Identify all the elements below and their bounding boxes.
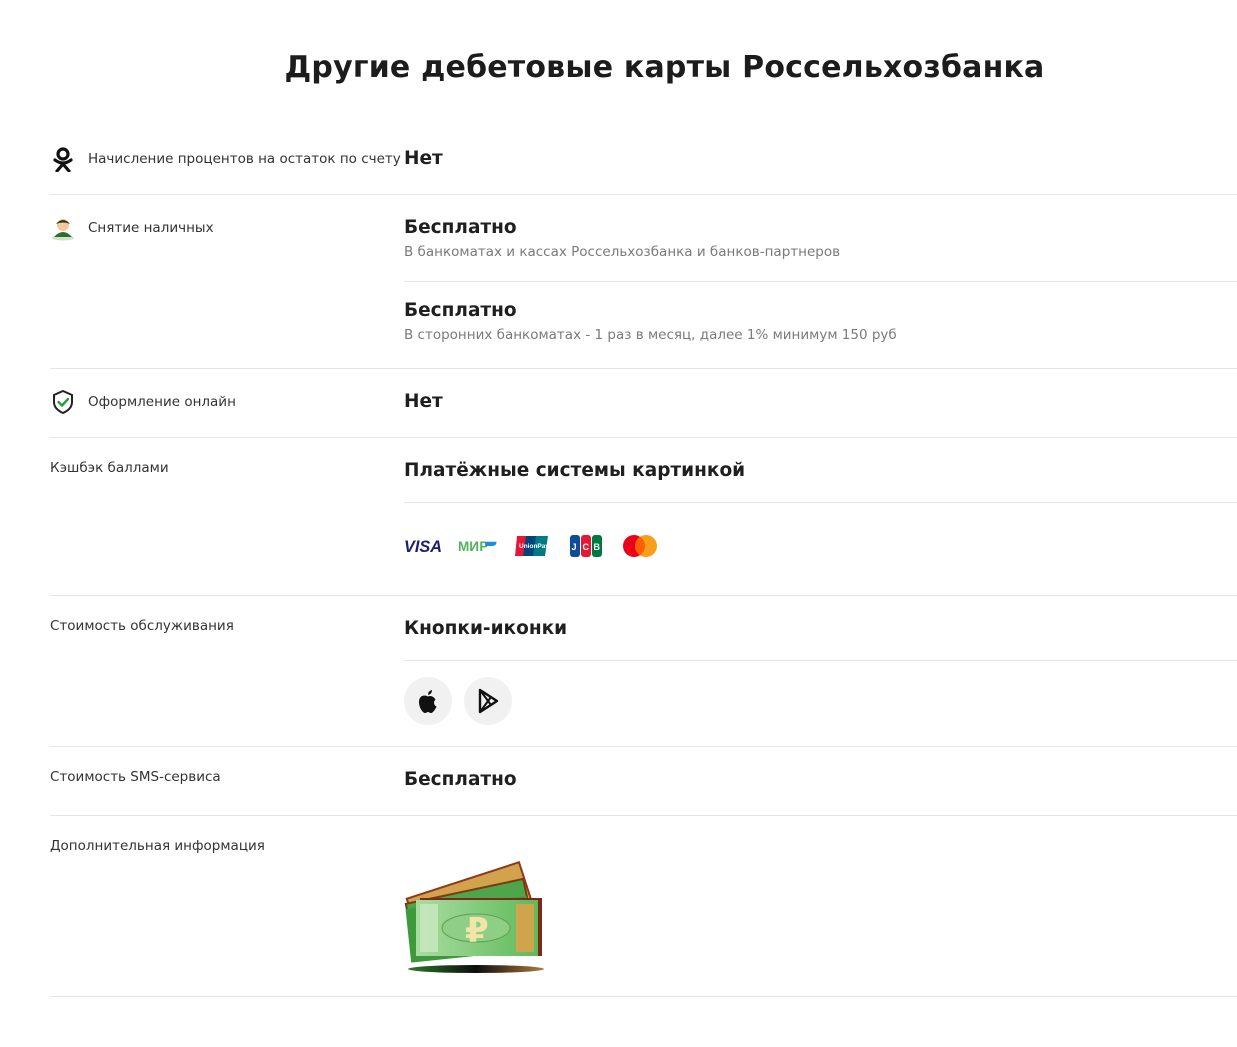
unionpay-logo-icon: UnionPay	[512, 533, 552, 559]
row-value: Кнопки-иконки	[404, 618, 568, 639]
mir-logo-icon: МИ Р	[458, 533, 498, 559]
row-value: Нет	[404, 148, 443, 169]
svg-text:UnionPay: UnionPay	[519, 543, 549, 550]
row-value: Бесплатно	[404, 769, 517, 790]
jcb-logo-icon: J C B	[566, 533, 606, 559]
row-interest: Начисление процентов на остаток по счету…	[50, 128, 1237, 195]
row-note: В сторонних банкоматах - 1 раз в месяц, …	[404, 327, 897, 343]
google-play-icon	[478, 688, 499, 714]
row-label: Дополнительная информация	[50, 838, 265, 854]
page-title: Другие дебетовые карты Россельхозбанка	[284, 50, 1045, 85]
visa-logo-icon: VISA	[404, 533, 444, 559]
row-label: Стоимость SMS-сервиса	[50, 769, 221, 785]
svg-text:Р: Р	[479, 539, 488, 554]
svg-text:B: B	[594, 542, 601, 552]
row-label: Начисление процентов на остаток по счету	[88, 151, 401, 167]
svg-text:МИ: МИ	[458, 539, 479, 554]
row-label: Кэшбэк баллами	[50, 460, 169, 476]
money-ruble-icon: ₽	[404, 852, 548, 982]
divider	[50, 996, 1237, 997]
row-value: Нет	[404, 391, 443, 412]
ok-ru-icon	[50, 146, 76, 172]
row-value: Платёжные системы картинкой	[404, 460, 746, 481]
row-cash-withdrawal: Снятие наличных Бесплатно В банкоматах и…	[50, 195, 1237, 369]
apple-icon	[419, 690, 437, 713]
row-online-application: Оформление онлайн Нет	[50, 369, 1237, 438]
row-service-cost: Стоимость обслуживания Кнопки-иконки	[50, 596, 1237, 747]
row-value: Бесплатно	[404, 217, 517, 238]
payment-systems: VISA МИ Р UnionPay J C B	[404, 533, 660, 559]
row-label: Оформление онлайн	[88, 394, 236, 410]
mastercard-logo-icon	[620, 533, 660, 559]
svg-text:VISA: VISA	[404, 538, 442, 556]
svg-text:J: J	[572, 542, 577, 552]
divider	[404, 502, 1237, 503]
row-label: Снятие наличных	[88, 220, 214, 236]
google-play-button[interactable]	[464, 677, 512, 725]
row-label: Стоимость обслуживания	[50, 618, 234, 634]
apple-store-button[interactable]	[404, 677, 452, 725]
row-additional-info: Дополнительная информация ₽	[50, 816, 1237, 997]
divider	[404, 660, 1237, 661]
row-note: В банкоматах и кассах Россельхозбанка и …	[404, 244, 841, 260]
divider	[404, 281, 1237, 282]
svg-text:C: C	[583, 542, 590, 552]
row-value: Бесплатно	[404, 300, 517, 321]
svg-text:₽: ₽	[465, 911, 489, 951]
shield-check-icon	[50, 389, 76, 415]
person-avatar-icon	[50, 215, 76, 241]
row-sms-cost: Стоимость SMS-сервиса Бесплатно	[50, 747, 1237, 816]
row-cashback: Кэшбэк баллами Платёжные системы картинк…	[50, 438, 1237, 596]
